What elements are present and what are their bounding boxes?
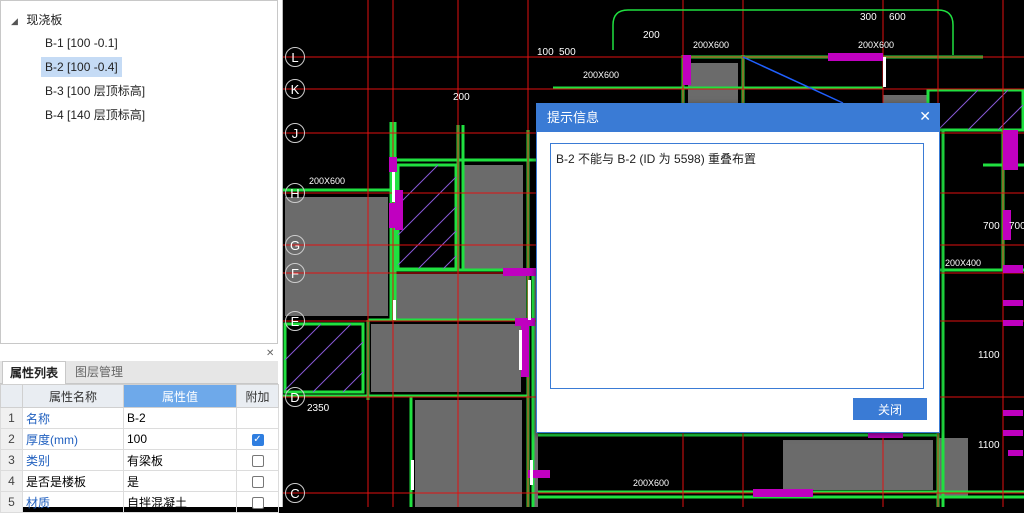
close-icon[interactable]: ✕ (919, 108, 931, 125)
dim-label: 2350 (307, 403, 330, 414)
dim-label: 200 (453, 92, 470, 103)
row-index: 5 (0, 491, 23, 513)
left-panel: ◢ 现浇板 B-1 [100 -0.1] B-2 [100 -0.4] B-3 … (0, 0, 283, 513)
axis-k: K (285, 79, 305, 99)
tree-item-b1[interactable]: B-1 [100 -0.1] (41, 33, 122, 53)
header-extra: 附加 (236, 384, 279, 408)
row-index: 1 (0, 407, 23, 429)
close-button[interactable]: 关闭 (853, 398, 927, 420)
row-value[interactable]: 有梁板 (123, 449, 237, 471)
dim-label: 200X600 (309, 176, 346, 186)
axis-j: J (285, 123, 305, 143)
collapse-arrow-icon[interactable]: ◢ (11, 16, 23, 27)
row-extra (236, 491, 279, 513)
table-row[interactable]: 3 类别 有梁板 (0, 449, 279, 471)
checkbox[interactable] (251, 496, 264, 509)
tree-root[interactable]: ◢ 现浇板 (11, 11, 62, 28)
axis-f: F (285, 263, 305, 283)
dim-label: 1100 (978, 440, 1000, 451)
dim-label: 300 (860, 12, 877, 23)
row-extra (236, 470, 279, 492)
row-name: 类别 (22, 449, 124, 471)
header-index (0, 384, 23, 408)
row-name: 名称 (22, 407, 124, 429)
dim-label: 200 (643, 30, 660, 41)
table-header: 属性名称 属性值 附加 (0, 384, 279, 408)
axis-d: D (285, 387, 305, 407)
property-table: 属性名称 属性值 附加 1 名称 B-2 2 厚度(mm) 100 ✓ 3 类别… (0, 384, 279, 513)
axis-l: L (285, 47, 305, 67)
tab-properties[interactable]: 属性列表 (2, 361, 67, 384)
dim-label: 1100 (978, 350, 1000, 361)
header-value: 属性值 (123, 384, 237, 408)
panel-close-icon[interactable]: ✕ (266, 348, 274, 359)
slab-tree: ◢ 现浇板 B-1 [100 -0.1] B-2 [100 -0.4] B-3 … (0, 0, 278, 344)
dim-label: 500 (559, 47, 576, 58)
tree-item-b4[interactable]: B-4 [140 层顶标高] (41, 105, 149, 125)
dim-label: 200X400 (945, 258, 982, 268)
checkbox-checked[interactable]: ✓ (251, 433, 264, 446)
row-index: 2 (0, 428, 23, 450)
panel-tabs: 属性列表 图层管理 (0, 361, 278, 384)
row-extra (236, 449, 279, 471)
dialog-message: B-2 不能与 B-2 (ID 为 5598) 重叠布置 (550, 143, 924, 389)
row-extra: ✓ (236, 428, 279, 450)
row-name: 是否是楼板 (22, 470, 124, 492)
dim-label: 700 (1009, 221, 1024, 232)
table-row[interactable]: 2 厚度(mm) 100 ✓ (0, 428, 279, 450)
message-dialog: 提示信息 ✕ B-2 不能与 B-2 (ID 为 5598) 重叠布置 关闭 (536, 103, 940, 433)
axis-c: C (285, 483, 305, 503)
dim-label: 600 (889, 12, 906, 23)
tree-item-b2[interactable]: B-2 [100 -0.4] (41, 57, 122, 77)
table-row[interactable]: 4 是否是楼板 是 (0, 470, 279, 492)
dim-label: 200X600 (693, 40, 730, 50)
axis-h: H (285, 183, 305, 203)
axis-e: E (285, 311, 305, 331)
checkbox[interactable] (251, 475, 264, 488)
dim-label: 200X600 (583, 70, 620, 80)
row-index: 3 (0, 449, 23, 471)
table-row[interactable]: 5 材质 自拌混凝土 (0, 491, 279, 513)
row-value[interactable]: B-2 (123, 407, 237, 429)
dim-label: 700 (983, 221, 1000, 232)
dim-label: 200X600 (633, 478, 670, 488)
dialog-title: 提示信息 (537, 104, 939, 132)
checkbox[interactable] (251, 454, 264, 467)
row-index: 4 (0, 470, 23, 492)
axis-g: G (285, 235, 305, 255)
header-name: 属性名称 (22, 384, 124, 408)
row-value[interactable]: 100 (123, 428, 237, 450)
dim-label: 200X600 (858, 40, 895, 50)
row-name: 材质 (22, 491, 124, 513)
dim-label: 100 (537, 47, 554, 58)
tab-layers[interactable]: 图层管理 (68, 361, 130, 383)
row-extra (236, 407, 279, 429)
tree-root-label: 现浇板 (26, 13, 63, 27)
row-value[interactable]: 自拌混凝土 (123, 491, 237, 513)
tree-item-b3[interactable]: B-3 [100 层顶标高] (41, 81, 149, 101)
table-row[interactable]: 1 名称 B-2 (0, 407, 279, 429)
row-value[interactable]: 是 (123, 470, 237, 492)
row-name: 厚度(mm) (22, 428, 124, 450)
